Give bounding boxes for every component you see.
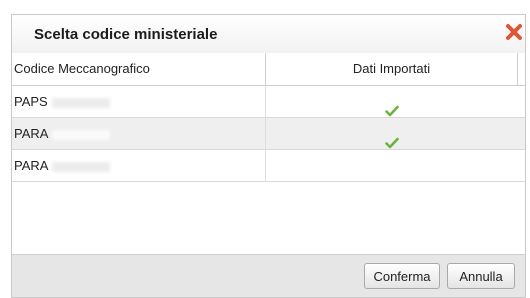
table-row[interactable]: PAPS <box>12 86 525 118</box>
dialog-title: Scelta codice ministeriale <box>34 26 218 43</box>
table-row[interactable]: PARA <box>12 150 525 182</box>
checkmark-icon <box>385 129 399 148</box>
imported-cell <box>266 150 518 181</box>
column-header-imported[interactable]: Dati Importati <box>266 53 518 85</box>
table-row[interactable]: PARA <box>12 118 525 150</box>
checkmark-icon <box>385 97 399 116</box>
code-text: PARA <box>14 158 49 173</box>
code-text: PAPS <box>14 94 48 109</box>
dialog-footer: Conferma Annulla <box>12 254 525 297</box>
imported-cell <box>266 86 518 117</box>
close-icon[interactable] <box>503 21 525 43</box>
column-header-code[interactable]: Codice Meccanografico <box>12 53 266 85</box>
redacted-text <box>52 161 111 172</box>
code-text: PARA <box>14 126 49 141</box>
redacted-text <box>52 129 111 140</box>
code-cell: PAPS <box>12 86 266 117</box>
code-cell: PARA <box>12 118 266 149</box>
cancel-button[interactable]: Annulla <box>447 263 515 289</box>
redacted-text <box>51 97 110 108</box>
table-header: Codice Meccanografico Dati Importati <box>12 53 525 86</box>
codes-table: Codice Meccanografico Dati Importati PAP… <box>12 53 525 182</box>
imported-cell <box>266 118 518 149</box>
code-cell: PARA <box>12 150 266 181</box>
dialog: Scelta codice ministeriale Codice Meccan… <box>11 14 526 298</box>
dialog-titlebar: Scelta codice ministeriale <box>12 15 525 54</box>
confirm-button[interactable]: Conferma <box>364 263 440 289</box>
